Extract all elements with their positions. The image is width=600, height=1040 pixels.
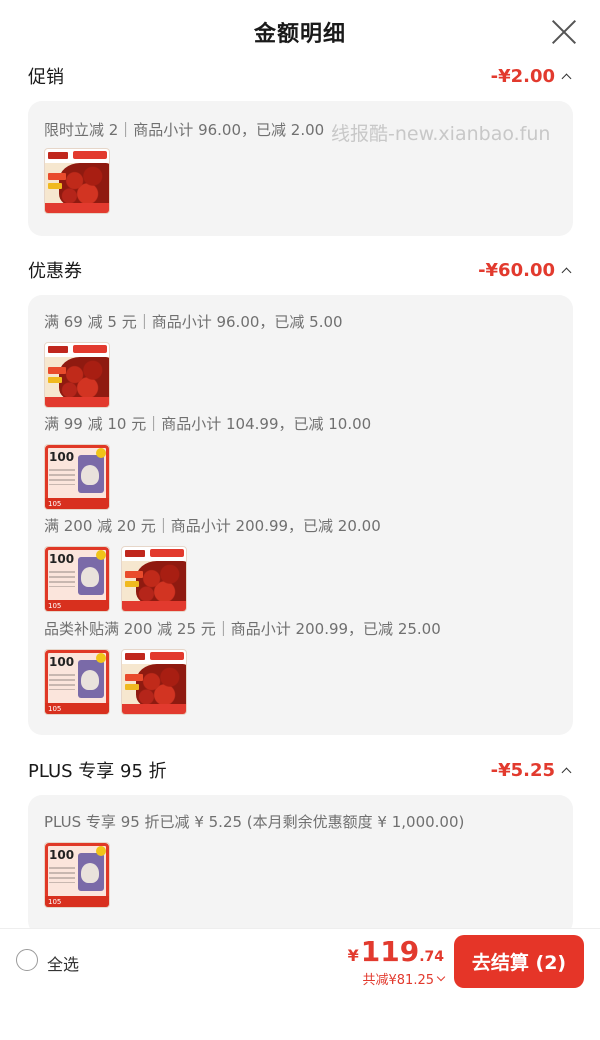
pet-food-product-thumbnail[interactable]: 100 105 bbox=[44, 444, 110, 510]
promo-thumbs bbox=[44, 148, 110, 214]
pet-food-product-thumbnail[interactable]: 100 105 bbox=[44, 842, 110, 908]
select-all-radio[interactable] bbox=[16, 949, 38, 971]
total-decimal: .74 bbox=[419, 949, 444, 965]
coupon-line: 满 99 减 10 元｜商品小计 104.99，已减 10.00 bbox=[44, 415, 372, 433]
sheet-header: 金额明细 bbox=[0, 0, 600, 64]
currency-symbol: ¥ bbox=[347, 946, 359, 965]
coupon-thumbs bbox=[44, 342, 110, 408]
section-amount-plus: -¥5.25 bbox=[490, 759, 572, 781]
section-amount-coupon: -¥60.00 bbox=[478, 259, 572, 281]
promo-amount-value: -¥2.00 bbox=[490, 65, 555, 87]
section-title-promo: 促销 bbox=[28, 67, 64, 88]
section-amount-promo: -¥2.00 bbox=[490, 65, 572, 87]
plus-line: PLUS 专享 95 折已减 ¥ 5.25 (本月剩余优惠额度 ¥ 1,000.… bbox=[44, 813, 465, 831]
coupon-line: 满 200 减 20 元｜商品小计 200.99，已减 20.00 bbox=[44, 517, 381, 535]
section-title-coupon: 优惠券 bbox=[28, 261, 82, 282]
chevron-down-icon bbox=[436, 972, 446, 981]
section-header-coupon[interactable]: 优惠券 -¥60.00 bbox=[0, 250, 600, 290]
pet-food-product-thumbnail[interactable]: 100 105 bbox=[44, 649, 110, 715]
coupon-line: 满 69 减 5 元｜商品小计 96.00，已减 5.00 bbox=[44, 313, 343, 331]
section-header-plus[interactable]: PLUS 专享 95 折 -¥5.25 bbox=[0, 750, 600, 790]
coupon-amount-value: -¥60.00 bbox=[478, 259, 555, 281]
saved-amount: 共减¥81.25 bbox=[362, 973, 435, 988]
total-price: ¥ 119 .74 bbox=[348, 935, 444, 968]
coupon-thumbs: 100 105 bbox=[44, 546, 187, 612]
crayfish-product-thumbnail[interactable] bbox=[44, 148, 110, 214]
promo-line: 限时立减 2｜商品小计 96.00，已减 2.00 bbox=[44, 121, 325, 139]
sheet-title: 金额明细 bbox=[253, 22, 346, 47]
plus-amount-value: -¥5.25 bbox=[490, 759, 555, 781]
chevron-up-icon bbox=[561, 767, 572, 777]
total-integer: 119 bbox=[360, 935, 420, 968]
coupon-thumbs: 100 105 bbox=[44, 649, 187, 715]
total-saved[interactable]: 共减¥81.25 bbox=[362, 969, 446, 988]
chevron-up-icon bbox=[561, 267, 572, 277]
checkout-bar: 全选 ¥ 119 .74 共减¥81.25 去结算 (2) bbox=[0, 928, 600, 992]
section-header-promo[interactable]: 促销 -¥2.00 bbox=[0, 64, 600, 96]
watermark-text: 线报酷-new.xianbao.fun bbox=[331, 123, 551, 145]
crayfish-product-thumbnail[interactable] bbox=[121, 649, 187, 715]
detail-content[interactable]: 促销 -¥2.00 限时立减 2｜商品小计 96.00，已减 2.00 线报酷-… bbox=[0, 64, 600, 928]
section-title-plus: PLUS 专享 95 折 bbox=[28, 761, 167, 782]
crayfish-product-thumbnail[interactable] bbox=[121, 546, 187, 612]
bottom-safe-area bbox=[0, 992, 600, 1040]
coupon-line: 品类补贴满 200 减 25 元｜商品小计 200.99，已减 25.00 bbox=[44, 620, 441, 638]
amount-detail-sheet: 金额明细 促销 -¥2.00 限时立减 2｜商品小计 96.00，已减 2.00… bbox=[0, 0, 600, 1040]
close-icon[interactable] bbox=[550, 18, 578, 46]
plus-thumbs: 100 105 bbox=[44, 842, 110, 908]
crayfish-product-thumbnail[interactable] bbox=[44, 342, 110, 408]
pet-food-product-thumbnail[interactable]: 100 105 bbox=[44, 546, 110, 612]
plus-card: PLUS 专享 95 折已减 ¥ 5.25 (本月剩余优惠额度 ¥ 1,000.… bbox=[28, 795, 573, 928]
checkout-button[interactable]: 去结算 (2) bbox=[454, 935, 584, 988]
coupon-thumbs: 100 105 bbox=[44, 444, 110, 510]
select-all-label[interactable]: 全选 bbox=[47, 951, 79, 975]
coupon-card: 满 69 减 5 元｜商品小计 96.00，已减 5.00 满 99 减 10 … bbox=[28, 295, 573, 735]
chevron-up-icon bbox=[561, 73, 572, 83]
